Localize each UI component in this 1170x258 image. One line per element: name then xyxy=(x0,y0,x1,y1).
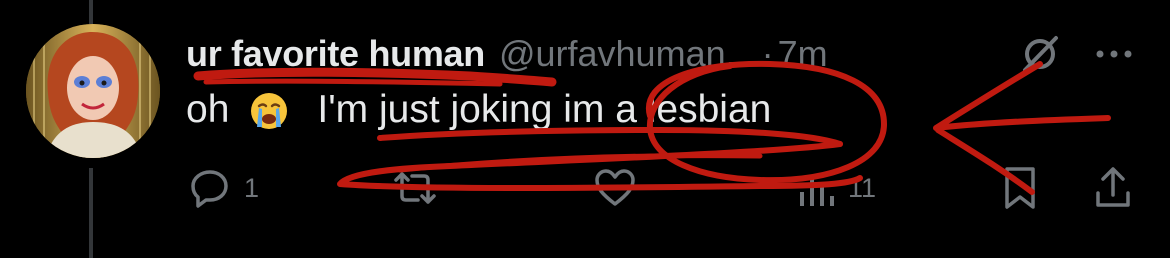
thread-line-top xyxy=(89,0,93,24)
views-count: 11 xyxy=(848,172,877,203)
repost-button[interactable] xyxy=(390,160,452,216)
tweet-text-part-2: I'm just joking im a lesbian xyxy=(317,88,772,131)
views-icon xyxy=(800,176,834,206)
grok-icon[interactable] xyxy=(1018,32,1062,76)
user-handle[interactable]: @urfavhuman... xyxy=(499,33,756,75)
timestamp[interactable]: 7m xyxy=(778,33,828,75)
share-icon xyxy=(1096,167,1130,207)
display-name[interactable]: ur favorite human xyxy=(186,33,485,75)
tweet-actions: 1 11 xyxy=(0,160,1170,220)
loudly-crying-face-emoji xyxy=(251,93,288,129)
repost-icon xyxy=(394,172,436,204)
separator-dot: · xyxy=(761,33,774,74)
tweet-header: ur favorite human @urfavhuman... · 7m xyxy=(186,30,828,78)
like-button[interactable] xyxy=(592,160,650,216)
views-button[interactable]: 11 xyxy=(796,160,876,216)
share-button[interactable] xyxy=(1092,160,1134,216)
reply-count: 1 xyxy=(244,172,260,203)
heart-icon xyxy=(595,169,635,206)
bookmark-button[interactable] xyxy=(1000,160,1040,216)
reply-button[interactable]: 1 xyxy=(188,160,259,216)
avatar[interactable] xyxy=(26,24,160,158)
reply-icon xyxy=(191,170,228,208)
tweet-text: oh I'm just joking im a lesbian xyxy=(186,86,771,134)
bookmark-icon xyxy=(1005,167,1035,209)
tweet-text-part-1: oh xyxy=(186,88,230,131)
more-icon[interactable] xyxy=(1094,44,1134,64)
